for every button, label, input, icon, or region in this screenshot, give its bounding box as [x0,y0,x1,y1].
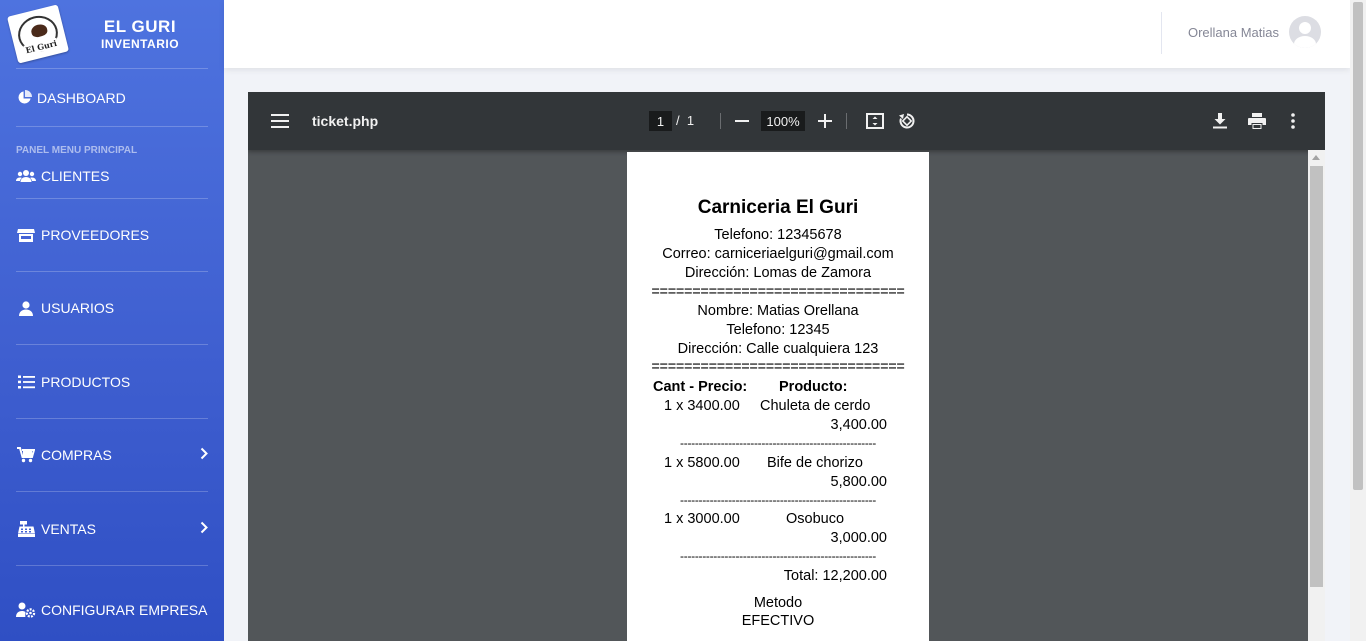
cart-icon [16,447,36,463]
ticket-item-subtotal: 5,800.00 [830,474,887,490]
more-vert-icon[interactable] [1277,105,1309,137]
sidebar-item-compras[interactable]: COMPRAS [0,419,224,491]
sidebar-item-dashboard[interactable]: DASHBOARD [0,69,224,126]
sidebar-item-label: DASHBOARD [37,89,126,106]
sidebar-item-label: CONFIGURAR EMPRESA [41,602,208,618]
ticket-item-subtotal: 3,000.00 [830,530,887,546]
store-icon [16,227,36,243]
ticket-separator: =============================== [651,359,905,375]
brand-title: EL GURI [103,16,177,36]
ticket-dash-line: ----------------------------------------… [680,493,876,507]
user-cog-icon [16,602,36,618]
ticket-customer-name: Nombre: Matias Orellana [697,303,859,319]
user-name: Orellana Matias [1187,24,1279,40]
ticket-dash-line: ----------------------------------------… [680,436,876,450]
sidebar-item-usuarios[interactable]: USUARIOS [0,272,224,344]
ticket-address: Dirección: Lomas de Zamora [684,265,872,281]
chart-pie-icon [16,90,32,106]
ticket-header-product: Producto: [779,379,848,395]
page-count: / 1 [676,113,694,128]
menu-icon[interactable] [264,105,296,137]
ticket-total: Total: 12,200.00 [783,568,887,584]
chevron-right-icon [200,521,208,537]
pdf-scrollbar-thumb[interactable] [1310,166,1323,587]
sidebar: El Guri EL GURI INVENTARIO DASHBOARD PAN… [0,0,224,641]
sidebar-item-clientes[interactable]: CLIENTES [0,154,224,197]
ticket-item-product: Bife de chorizo [767,455,863,471]
ticket-method-value: EFECTIVO [741,613,815,629]
sidebar-section-heading: PANEL MENU PRINCIPAL [16,145,138,156]
sidebar-item-label: PROVEEDORES [41,227,150,243]
sidebar-item-configurar-empresa[interactable]: CONFIGURAR EMPRESA [0,566,224,641]
ticket-customer-phone: Telefono: 12345 [726,322,830,338]
sidebar-item-ventas[interactable]: VENTAS [0,492,224,565]
ticket-method-label: Metodo [753,595,803,611]
ticket-customer-address: Dirección: Calle cualquiera 123 [677,341,879,357]
toolbar-divider [846,113,847,129]
page-number-input[interactable]: 1 [649,111,672,131]
zoom-out-button[interactable] [726,105,758,137]
user-menu[interactable]: Orellana Matias [1188,16,1321,48]
sidebar-item-label: COMPRAS [41,447,112,463]
pdf-toolbar: ticket.php 1 / 1 100% [248,92,1325,150]
zoom-in-button[interactable] [809,105,841,137]
brand-subtitle: INVENTARIO [100,37,180,51]
chevron-right-icon [200,447,208,463]
scroll-up-arrow-icon[interactable] [1312,155,1320,160]
ticket-page: Carniceria El Guri Telefono: 12345678 Co… [627,152,929,641]
rotate-icon[interactable] [891,105,923,137]
brand[interactable]: El Guri EL GURI INVENTARIO [0,0,224,68]
brand-logo: El Guri [6,4,70,64]
page-total: 1 [686,113,695,128]
ticket-header-qty-price: Cant - Precio: [653,379,748,395]
sidebar-item-label: CLIENTES [41,167,110,184]
topbar: Orellana Matias [224,0,1350,68]
pdf-filename: ticket.php [312,113,379,129]
logo-text: El Guri [23,37,59,56]
toolbar-divider [720,113,721,129]
ticket-item-product: Chuleta de cerdo [760,398,871,414]
ticket-item-qty-price: 1 x 5800.00 [664,455,740,471]
fit-page-icon[interactable] [859,105,891,137]
ticket-email: Correo: carniceriaelguri@gmail.com [662,246,894,262]
cash-register-icon [16,520,36,537]
list-icon [16,374,36,390]
sidebar-item-label: PRODUCTOS [41,373,131,390]
download-icon[interactable] [1204,105,1236,137]
users-icon [16,168,36,184]
ticket-store-name: Carniceria El Guri [697,197,859,218]
page-scrollbar-thumb[interactable] [1353,2,1363,490]
topbar-divider [1161,12,1162,54]
sidebar-item-label: USUARIOS [41,300,115,316]
user-icon [16,300,36,316]
sidebar-item-proveedores[interactable]: PROVEEDORES [0,199,224,271]
sidebar-item-label: VENTAS [41,520,96,537]
ticket-phone: Telefono: 12345678 [714,227,842,243]
sidebar-item-productos[interactable]: PRODUCTOS [0,345,224,418]
page-scrollbar[interactable] [1350,0,1366,641]
ticket-separator: =============================== [651,284,905,300]
zoom-input[interactable]: 100% [761,111,805,131]
pdf-viewer: ticket.php 1 / 1 100% Carniceria El Guri [248,92,1325,641]
ticket-dash-line: ----------------------------------------… [680,549,876,563]
print-icon[interactable] [1241,105,1273,137]
avatar [1289,16,1321,48]
page-separator: / [676,113,680,128]
ticket-item-product: Osobuco [786,511,845,527]
pdf-scrollbar[interactable] [1308,150,1325,641]
ticket-item-qty-price: 1 x 3000.00 [664,511,740,527]
ticket-item-qty-price: 1 x 3400.00 [664,398,740,414]
ticket-item-subtotal: 3,400.00 [830,417,887,433]
